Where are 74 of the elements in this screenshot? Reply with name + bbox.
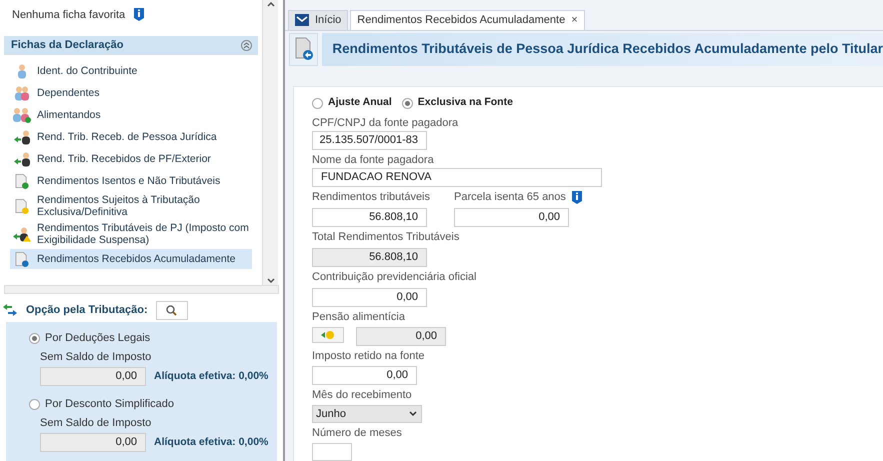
field-label: CPF/CNPJ da fonte pagadora	[312, 116, 460, 131]
sidebar-item[interactable]: Rendimentos Sujeitos à Tributação Exclusiva/Definitiva	[10, 193, 252, 219]
document-icon	[294, 37, 314, 62]
close-button[interactable]: ×	[571, 12, 578, 28]
radio-button[interactable]	[312, 98, 323, 109]
favorites-text: Nenhuma ficha favorita	[12, 8, 126, 23]
collapse-icon[interactable]	[241, 40, 252, 51]
sidebar-item[interactable]: Ident. do Contribuinte	[10, 61, 252, 81]
rate-text: Alíquota efetiva: 0,00%	[154, 368, 268, 384]
input-field[interactable]	[312, 443, 352, 461]
tax-option-title: Opção pela Tributação:	[26, 302, 148, 318]
field-label: Rendimentos tributáveis	[312, 190, 430, 205]
month-select[interactable]: Junho	[312, 405, 422, 423]
scroll-down-icon[interactable]	[266, 278, 274, 283]
item-icon	[14, 174, 28, 188]
item-icon	[14, 198, 28, 214]
money-icon	[321, 330, 335, 340]
item-icon	[18, 64, 26, 78]
field-label: Contribuição previdenciária oficial	[312, 270, 478, 285]
radio-label[interactable]: Por Desconto Simplificado	[45, 396, 174, 412]
scroll-up-icon[interactable]	[266, 2, 274, 7]
input-field[interactable]: 0,00	[312, 288, 427, 307]
info-icon	[570, 190, 583, 205]
sidebar-item[interactable]: Rendimentos Recebidos Acumuladamente	[10, 249, 252, 269]
item-icon	[12, 108, 30, 122]
field-label: Número de meses	[312, 426, 403, 441]
status-text: Sem Saldo de Imposto	[40, 416, 152, 430]
search-button[interactable]	[156, 300, 188, 320]
item-icon	[12, 226, 30, 242]
sidebar-item[interactable]: Rendimentos Isentos e Não Tributáveis	[10, 171, 252, 191]
status-text: Sem Saldo de Imposto	[40, 350, 152, 364]
horizontal-scrollbar[interactable]	[4, 285, 279, 294]
radio-label[interactable]: Por Deduções Legais	[45, 330, 150, 346]
vertical-scrollbar[interactable]	[262, 0, 278, 285]
item-icon	[14, 130, 30, 144]
radio-button[interactable]	[29, 398, 40, 410]
radio-button[interactable]	[402, 98, 413, 109]
radio-label[interactable]: Ajuste Anual	[328, 95, 392, 111]
sidebar-item[interactable]: Rendimentos Tributáveis de PJ (Imposto com Exigibilidade Suspensa)	[10, 221, 252, 247]
input-field[interactable]: 0,00	[312, 366, 417, 385]
money-button[interactable]	[312, 327, 344, 343]
field-label: Mês do recebimento	[312, 388, 413, 403]
input-field[interactable]: 0,00	[40, 367, 146, 386]
section-header[interactable]: Fichas da Declaração	[4, 36, 258, 55]
home-icon	[295, 14, 309, 26]
rate-text: Alíquota efetiva: 0,00%	[154, 434, 268, 450]
sidebar-item[interactable]: Rend. Trib. Recebidos de PF/Exterior	[10, 149, 252, 169]
item-icon	[14, 86, 28, 100]
item-icon	[14, 152, 30, 166]
sidebar-item[interactable]: Alimentandos	[10, 105, 252, 125]
field-label: Parcela isenta 65 anos	[454, 190, 566, 205]
sidebar-item[interactable]: Dependentes	[10, 83, 252, 103]
search-icon	[166, 304, 178, 316]
arrows-icon	[2, 303, 18, 317]
sidebar-item[interactable]: Rend. Trib. Receb. de Pessoa Jurídica	[10, 127, 252, 147]
tab[interactable]: Início	[288, 10, 348, 30]
info-icon	[133, 7, 146, 22]
tab[interactable]: Rendimentos Recebidos Acumuladamente ×	[350, 10, 585, 30]
field-label: Nome da fonte pagadora	[312, 153, 435, 168]
input-field[interactable]: 0,00	[356, 327, 446, 346]
input-field[interactable]: 25.135.507/0001-83	[312, 131, 427, 150]
item-icon	[14, 252, 28, 266]
field-label: Total Rendimentos Tributáveis	[312, 230, 460, 245]
radio-label[interactable]: Exclusiva na Fonte	[418, 95, 513, 111]
header-banner: Rendimentos Tributáveis de Pessoa Jurídica Recebidos Acumuladamente pelo Titular	[322, 32, 883, 66]
field-label: Pensão alimentícia	[312, 310, 406, 325]
input-field[interactable]: FUNDACAO RENOVA	[312, 168, 602, 187]
input-field[interactable]: 56.808,10	[312, 208, 427, 227]
input-field[interactable]: 0,00	[454, 208, 570, 227]
chevron-down-icon	[409, 411, 417, 417]
field-label: Imposto retido na fonte	[312, 349, 426, 364]
input-field[interactable]: 0,00	[40, 433, 146, 452]
input-field[interactable]: 56.808,10	[312, 248, 427, 267]
radio-button[interactable]	[29, 332, 40, 344]
